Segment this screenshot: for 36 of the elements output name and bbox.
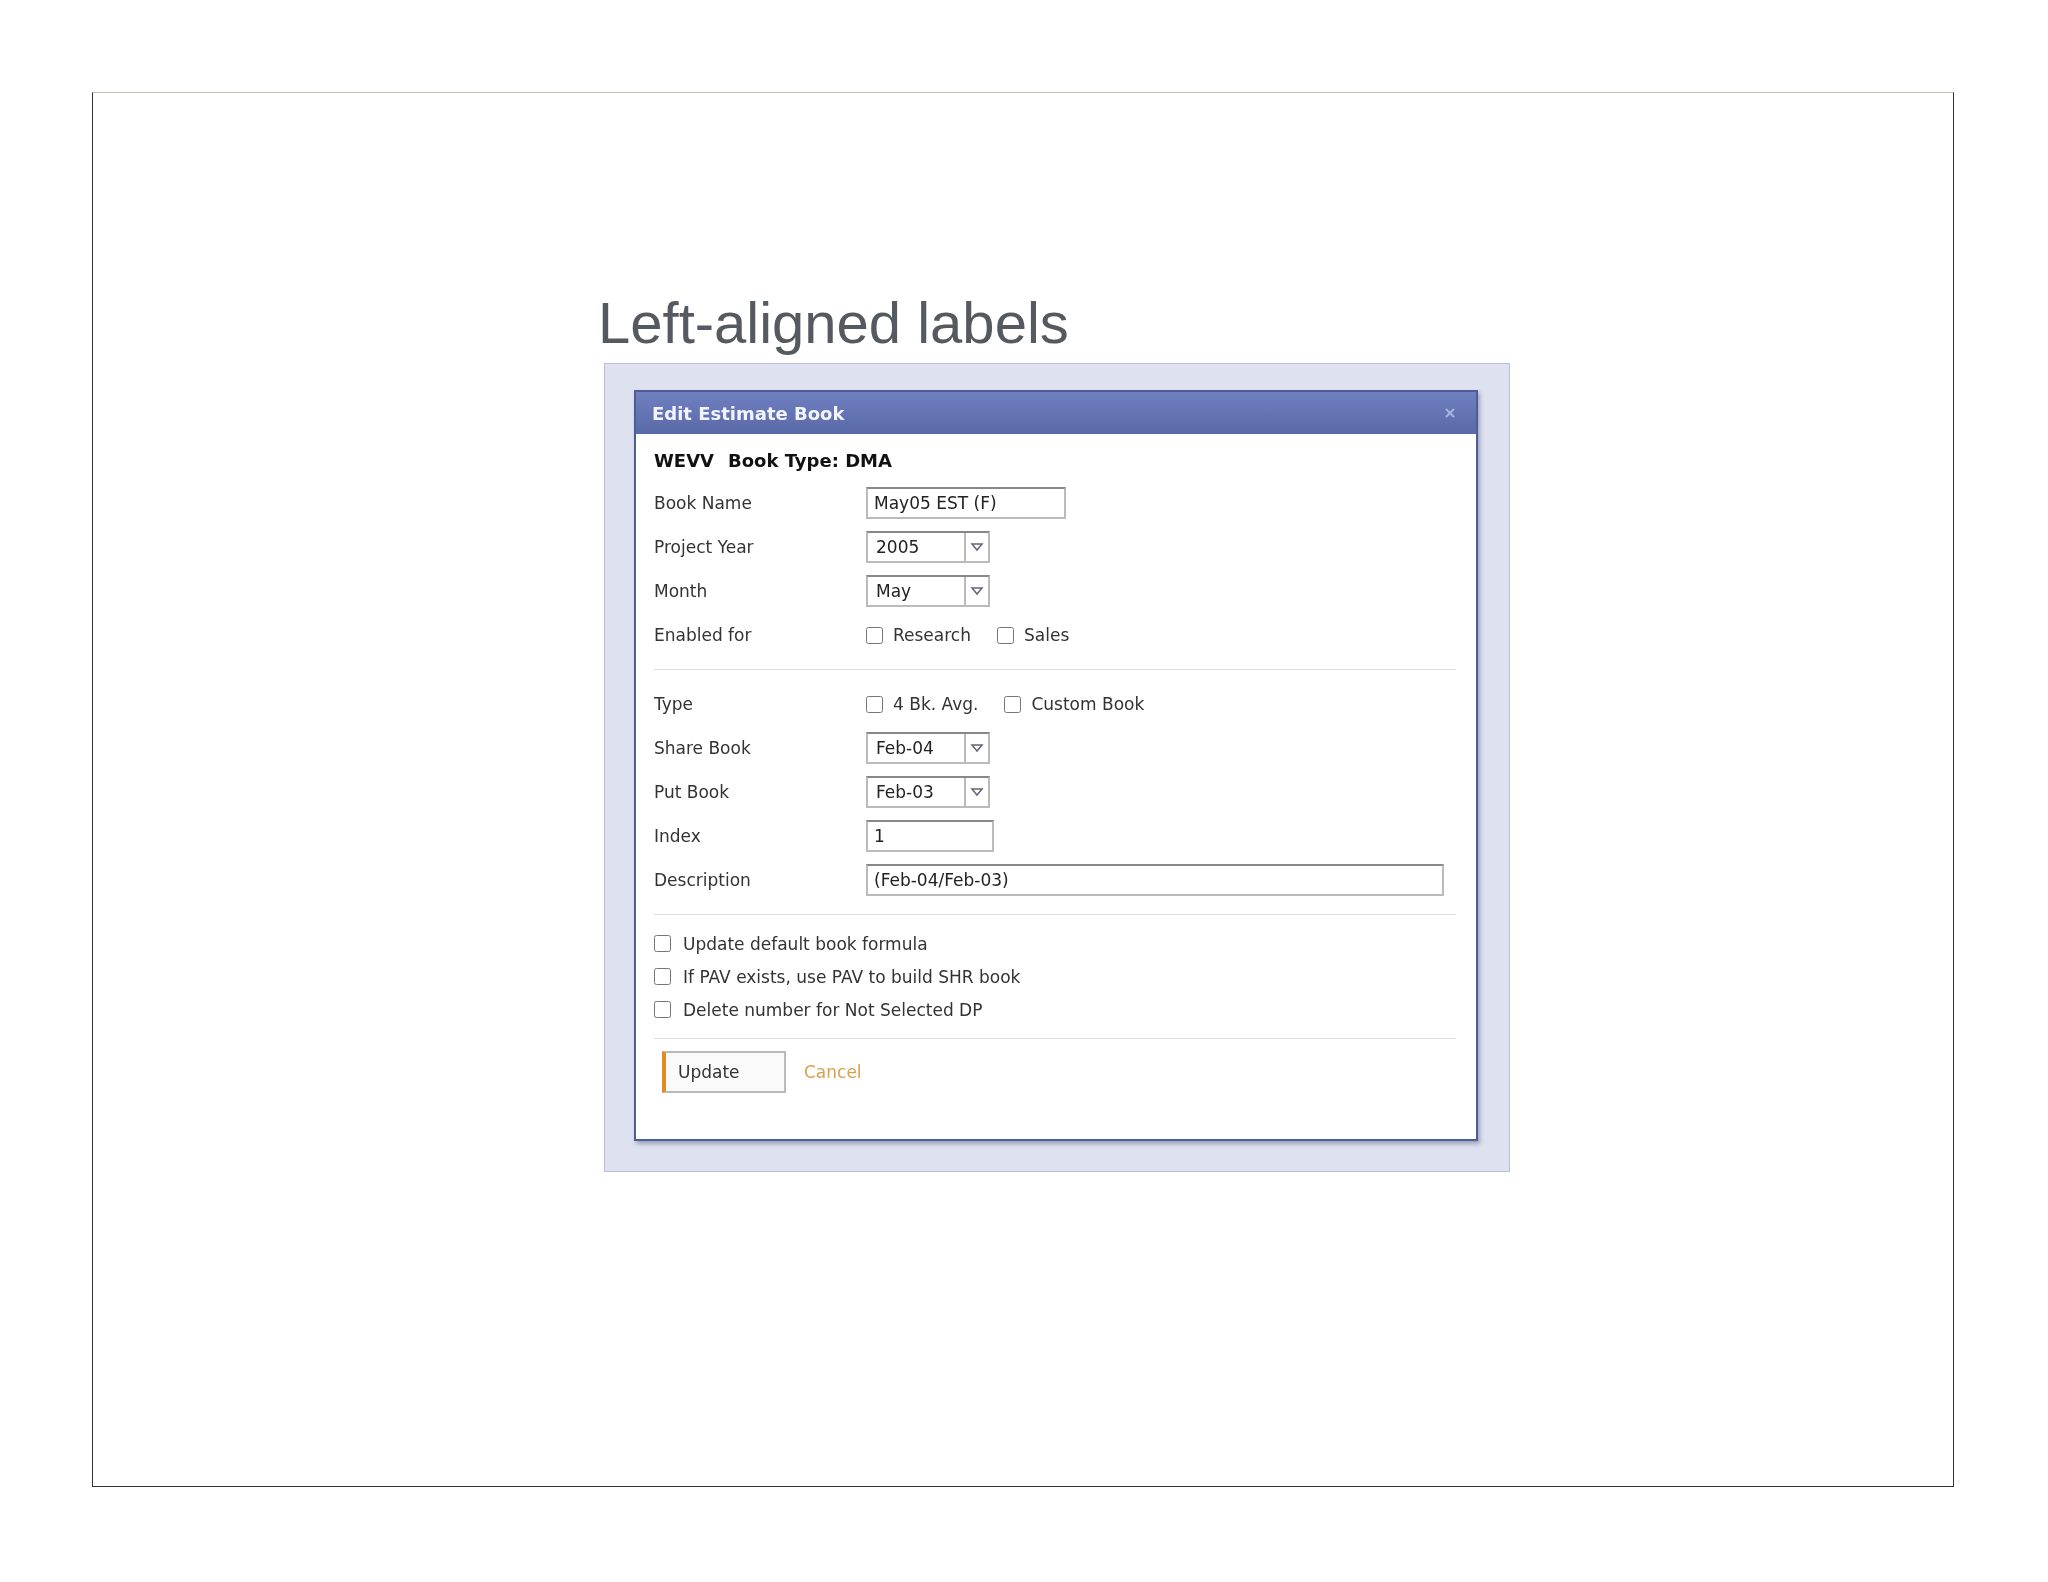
field-label: Share Book	[654, 738, 752, 758]
checkbox[interactable]	[997, 626, 1014, 644]
text-field[interactable]: May05 EST (F)	[866, 487, 1066, 519]
checkbox-label: Custom Book	[1031, 694, 1145, 714]
field-label: Book Name	[654, 493, 753, 513]
field-label: Month	[654, 581, 709, 601]
checkbox-label: Delete number for Not Selected DP	[683, 999, 983, 1020]
checkbox-label: If PAV exists, use PAV to build SHR book	[683, 966, 1021, 987]
checkbox[interactable]	[654, 935, 671, 952]
dialog-heading: Book Type: DMA	[728, 450, 892, 471]
checkbox[interactable]	[866, 695, 883, 713]
field-label: Index	[654, 826, 702, 846]
dialog-heading: WEVV	[654, 450, 714, 471]
checkbox[interactable]	[654, 1001, 671, 1018]
close-icon[interactable]	[1444, 407, 1456, 419]
checkbox[interactable]	[654, 968, 671, 985]
dialog-title: Edit Estimate Book	[652, 402, 845, 424]
slide-title: Left-aligned labels	[598, 291, 1070, 355]
field-label: Enabled for	[654, 625, 753, 645]
field-label: Description	[654, 870, 752, 890]
dropdown[interactable]: 2005	[866, 531, 990, 563]
field-label: Put Book	[654, 782, 731, 802]
text-field[interactable]: 1	[866, 820, 994, 852]
checkbox-label: Sales	[1024, 625, 1070, 645]
checkbox[interactable]	[1004, 695, 1022, 713]
update-button[interactable]: Update	[662, 1051, 786, 1093]
checkbox-label: Research	[893, 625, 971, 645]
checkbox-label: Update default book formula	[683, 933, 928, 954]
dropdown[interactable]: May	[866, 575, 990, 607]
checkbox[interactable]	[866, 626, 883, 644]
field-label: Type	[654, 694, 695, 714]
text-field[interactable]: (Feb-04/Feb-03)	[866, 864, 1444, 896]
dropdown[interactable]: Feb-04	[866, 732, 990, 764]
dropdown[interactable]: Feb-03	[866, 776, 990, 808]
checkbox-label: 4 Bk. Avg.	[893, 694, 979, 714]
field-label: Project Year	[654, 537, 755, 557]
